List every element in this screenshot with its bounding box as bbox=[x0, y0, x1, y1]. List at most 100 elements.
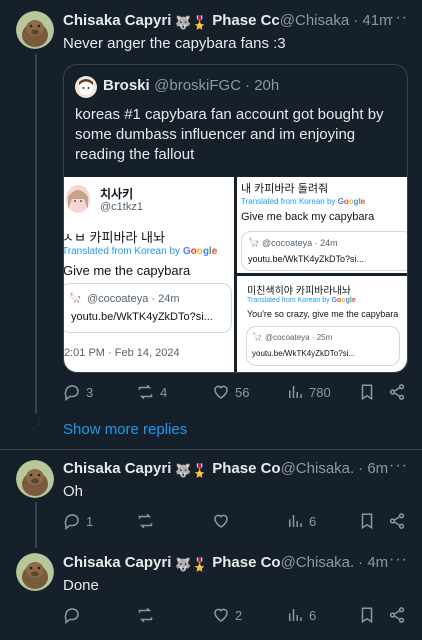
thread-dots: ⋮ bbox=[34, 416, 44, 427]
share-icon bbox=[389, 607, 405, 623]
view-count: 6 bbox=[309, 607, 317, 623]
quote-image-left[interactable]: 치사키 @c1tkz1 ㅅㅂ 카피바라 내놔 Translated from K… bbox=[64, 177, 234, 372]
image-english: You're so crazy, give me the capybara bbox=[247, 309, 399, 319]
more-icon[interactable]: ··· bbox=[389, 457, 408, 475]
repost-count: 4 bbox=[160, 384, 168, 400]
embedded-card: 🦙 @cocoateya · 24m youtu.be/WkTK4yZkDTo?… bbox=[64, 283, 232, 333]
share-button[interactable] bbox=[388, 606, 406, 624]
tweet-text: Oh bbox=[63, 483, 84, 500]
more-icon[interactable]: ··· bbox=[389, 551, 408, 569]
quote-display-name: Broski bbox=[103, 77, 150, 94]
bookmark-icon bbox=[361, 513, 373, 530]
show-more-replies-link[interactable]: Show more replies bbox=[63, 421, 187, 438]
share-icon bbox=[389, 513, 405, 529]
embedded-card: 🦙 @cocoateya · 25m youtu.be/WkTK4yZkDTo?… bbox=[246, 326, 400, 366]
image-handle: @c1tkz1 bbox=[100, 201, 143, 213]
views-button[interactable]: 780 bbox=[286, 383, 331, 401]
reply-header: Chisaka Capyri 🐺🎖️ Phase Co@Chisaka. · 6m bbox=[63, 460, 413, 479]
display-name-extra[interactable]: Phase Cc bbox=[212, 12, 280, 29]
views-button[interactable]: 6 bbox=[286, 512, 316, 530]
display-name[interactable]: Chisaka Capyri bbox=[63, 460, 171, 477]
views-icon bbox=[289, 515, 302, 527]
image-username: 치사키 bbox=[100, 187, 134, 201]
like-button[interactable]: 2 bbox=[212, 606, 242, 624]
repost-button[interactable]: 4 bbox=[136, 383, 167, 401]
thread-line bbox=[35, 54, 37, 414]
timestamp[interactable]: · 41m bbox=[353, 12, 391, 29]
card-link: youtu.be/WkTK4yZkDTo?si... bbox=[71, 311, 213, 323]
display-name[interactable]: Chisaka Capyri bbox=[63, 554, 171, 571]
more-icon[interactable]: ··· bbox=[389, 9, 408, 27]
reply-icon bbox=[64, 385, 79, 401]
card-handle: @cocoateya · 24m bbox=[87, 293, 180, 305]
timestamp[interactable]: · 4m bbox=[358, 554, 388, 571]
badge-icons: 🐺🎖️ bbox=[175, 15, 208, 30]
avatar[interactable] bbox=[16, 11, 54, 49]
badge-icons: 🐺🎖️ bbox=[175, 557, 208, 572]
share-icon bbox=[389, 384, 405, 400]
avatar[interactable] bbox=[16, 553, 54, 591]
image-english: Give me back my capybara bbox=[241, 211, 375, 223]
badge-icons: 🐺🎖️ bbox=[175, 463, 208, 478]
quote-tweet[interactable]: Broski @broskiFGC · 20h koreas #1 capybar… bbox=[63, 64, 408, 373]
views-icon bbox=[289, 609, 302, 621]
image-korean: 내 카피바라 돌려줘 bbox=[241, 183, 329, 195]
handle[interactable]: @Chisaka bbox=[280, 12, 349, 29]
card-avatar-icon: 🦙 bbox=[248, 237, 260, 247]
quote-handle: @broskiFGC bbox=[154, 77, 242, 94]
share-button[interactable] bbox=[388, 512, 406, 530]
tweet-text: Never anger the capybara fans :3 bbox=[63, 35, 286, 52]
quote-image-top-right[interactable]: 내 카피바라 돌려줘 Translated from Korean by Goo… bbox=[237, 177, 407, 273]
repost-icon bbox=[138, 384, 153, 400]
repost-icon bbox=[138, 513, 153, 529]
quote-avatar bbox=[75, 76, 97, 98]
repost-button[interactable] bbox=[136, 512, 155, 530]
card-avatar-icon: 🦙 bbox=[252, 332, 262, 341]
bookmark-icon bbox=[361, 384, 373, 401]
reply-button[interactable]: 3 bbox=[63, 383, 93, 401]
heart-icon bbox=[214, 385, 228, 399]
like-count: 56 bbox=[235, 384, 250, 400]
translation-label: Translated from Korean by Google bbox=[241, 197, 366, 206]
image-korean: ㅅㅂ 카피바라 내놔 bbox=[64, 230, 165, 245]
share-button[interactable] bbox=[388, 383, 406, 401]
bookmark-button[interactable] bbox=[359, 512, 375, 530]
card-link: youtu.be/WkTK4yZkDTo?si... bbox=[248, 254, 365, 264]
tweet-text: Done bbox=[63, 577, 99, 594]
display-name[interactable]: Chisaka Capyri bbox=[63, 12, 171, 29]
heart-icon bbox=[214, 514, 228, 528]
translation-label: Translated from Korean by Google bbox=[247, 297, 356, 304]
reply-header: Chisaka Capyri 🐺🎖️ Phase Cc@Chisaka · 41m bbox=[63, 12, 413, 31]
timestamp[interactable]: · 6m bbox=[358, 460, 388, 477]
reply-header: Chisaka Capyri 🐺🎖️ Phase Co@Chisaka. · 4m bbox=[63, 554, 413, 573]
embedded-card: 🦙 @cocoateya · 24m youtu.be/WkTK4yZkDTo?… bbox=[241, 231, 407, 271]
display-name-extra[interactable]: Phase Co bbox=[212, 460, 280, 477]
display-name-extra[interactable]: Phase Co bbox=[212, 554, 280, 571]
repost-button[interactable] bbox=[136, 606, 155, 624]
quote-text: koreas #1 capybara fan account got bough… bbox=[75, 106, 384, 163]
reply-button[interactable] bbox=[63, 606, 81, 624]
reply-count: 3 bbox=[86, 384, 94, 400]
quote-header: Broski @broskiFGC · 20h bbox=[103, 77, 279, 95]
card-link: youtu.be/WkTK4yZkDTo?si... bbox=[252, 349, 356, 358]
translation-label: Translated from Korean by Google bbox=[64, 246, 218, 257]
reply-icon bbox=[64, 514, 79, 530]
avatar-anime bbox=[66, 185, 90, 213]
reply-button[interactable]: 1 bbox=[63, 512, 93, 530]
bookmark-button[interactable] bbox=[359, 606, 375, 624]
quote-timestamp: · 20h bbox=[245, 77, 280, 94]
image-korean: 미친색히야 카피바라내놔 bbox=[247, 286, 351, 297]
card-avatar-icon: 🦙 bbox=[69, 293, 82, 304]
handle[interactable]: @Chisaka. bbox=[281, 554, 355, 571]
handle[interactable]: @Chisaka. bbox=[281, 460, 355, 477]
quote-image-bottom-right[interactable]: 미친색히야 카피바라내놔 Translated from Korean by G… bbox=[237, 276, 407, 372]
view-count: 780 bbox=[309, 384, 331, 400]
reply-icon bbox=[64, 608, 79, 624]
like-button[interactable] bbox=[212, 512, 230, 530]
views-icon bbox=[289, 386, 302, 398]
like-button[interactable]: 56 bbox=[212, 383, 249, 401]
avatar[interactable] bbox=[16, 460, 54, 498]
bookmark-button[interactable] bbox=[359, 383, 375, 401]
views-button[interactable]: 6 bbox=[286, 606, 316, 624]
image-timestamp: 2:01 PM · Feb 14, 2024 bbox=[64, 347, 180, 359]
